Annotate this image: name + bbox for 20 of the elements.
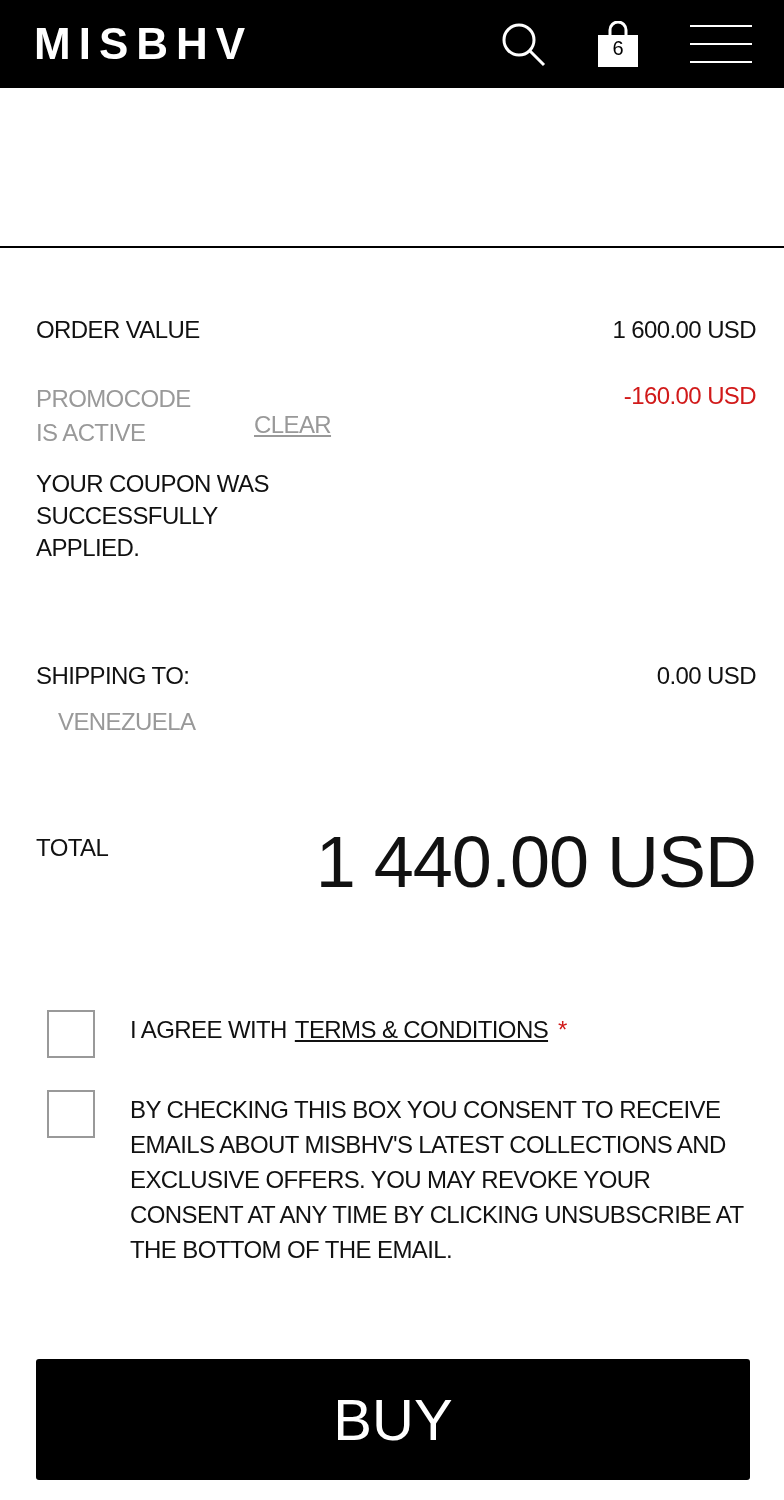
required-mark: *	[558, 1016, 567, 1043]
buy-button[interactable]: BUY	[36, 1359, 750, 1480]
terms-label: I AGREE WITH	[130, 1016, 287, 1043]
checkbox[interactable]	[47, 1010, 95, 1058]
discount-value: -160.00 USD	[623, 382, 756, 410]
total-label: TOTAL	[36, 834, 109, 862]
shipping-country: VENEZUELA	[58, 708, 197, 736]
order-value-label: ORDER VALUE	[36, 316, 200, 344]
coupon-message: YOUR COUPON WAS SUCCESSFULLY APPLIED.	[36, 469, 270, 563]
promocode-status: PROMOCODE IS ACTIVE	[36, 384, 192, 448]
search-icon[interactable]	[500, 21, 546, 67]
menu-icon[interactable]	[690, 23, 752, 65]
shipping-value: 0.00 USD	[656, 662, 756, 690]
total-value: 1 440.00 USD	[315, 826, 756, 898]
shipping-label: SHIPPING TO:	[36, 662, 190, 690]
terms-link[interactable]: TERMS & CONDITIONS	[294, 1016, 549, 1043]
consent-text: BY CHECKING THIS BOX YOU CONSENT TO RECEIVE EMAILS ABOUT MISBHV'S LATEST COLLECTIONS AND EXCLUSIVE OFFERS. YOU MAY REVOKE YOUR CONSENT AT ANY TIME BY CLICKING UNSUBSCRIBE AT THE BOTTOM OF THE EMAIL.	[130, 1095, 744, 1265]
checkbox[interactable]	[47, 1090, 95, 1138]
logo[interactable]: MISBHV	[34, 19, 500, 69]
order-value: 1 600.00 USD	[612, 316, 756, 344]
